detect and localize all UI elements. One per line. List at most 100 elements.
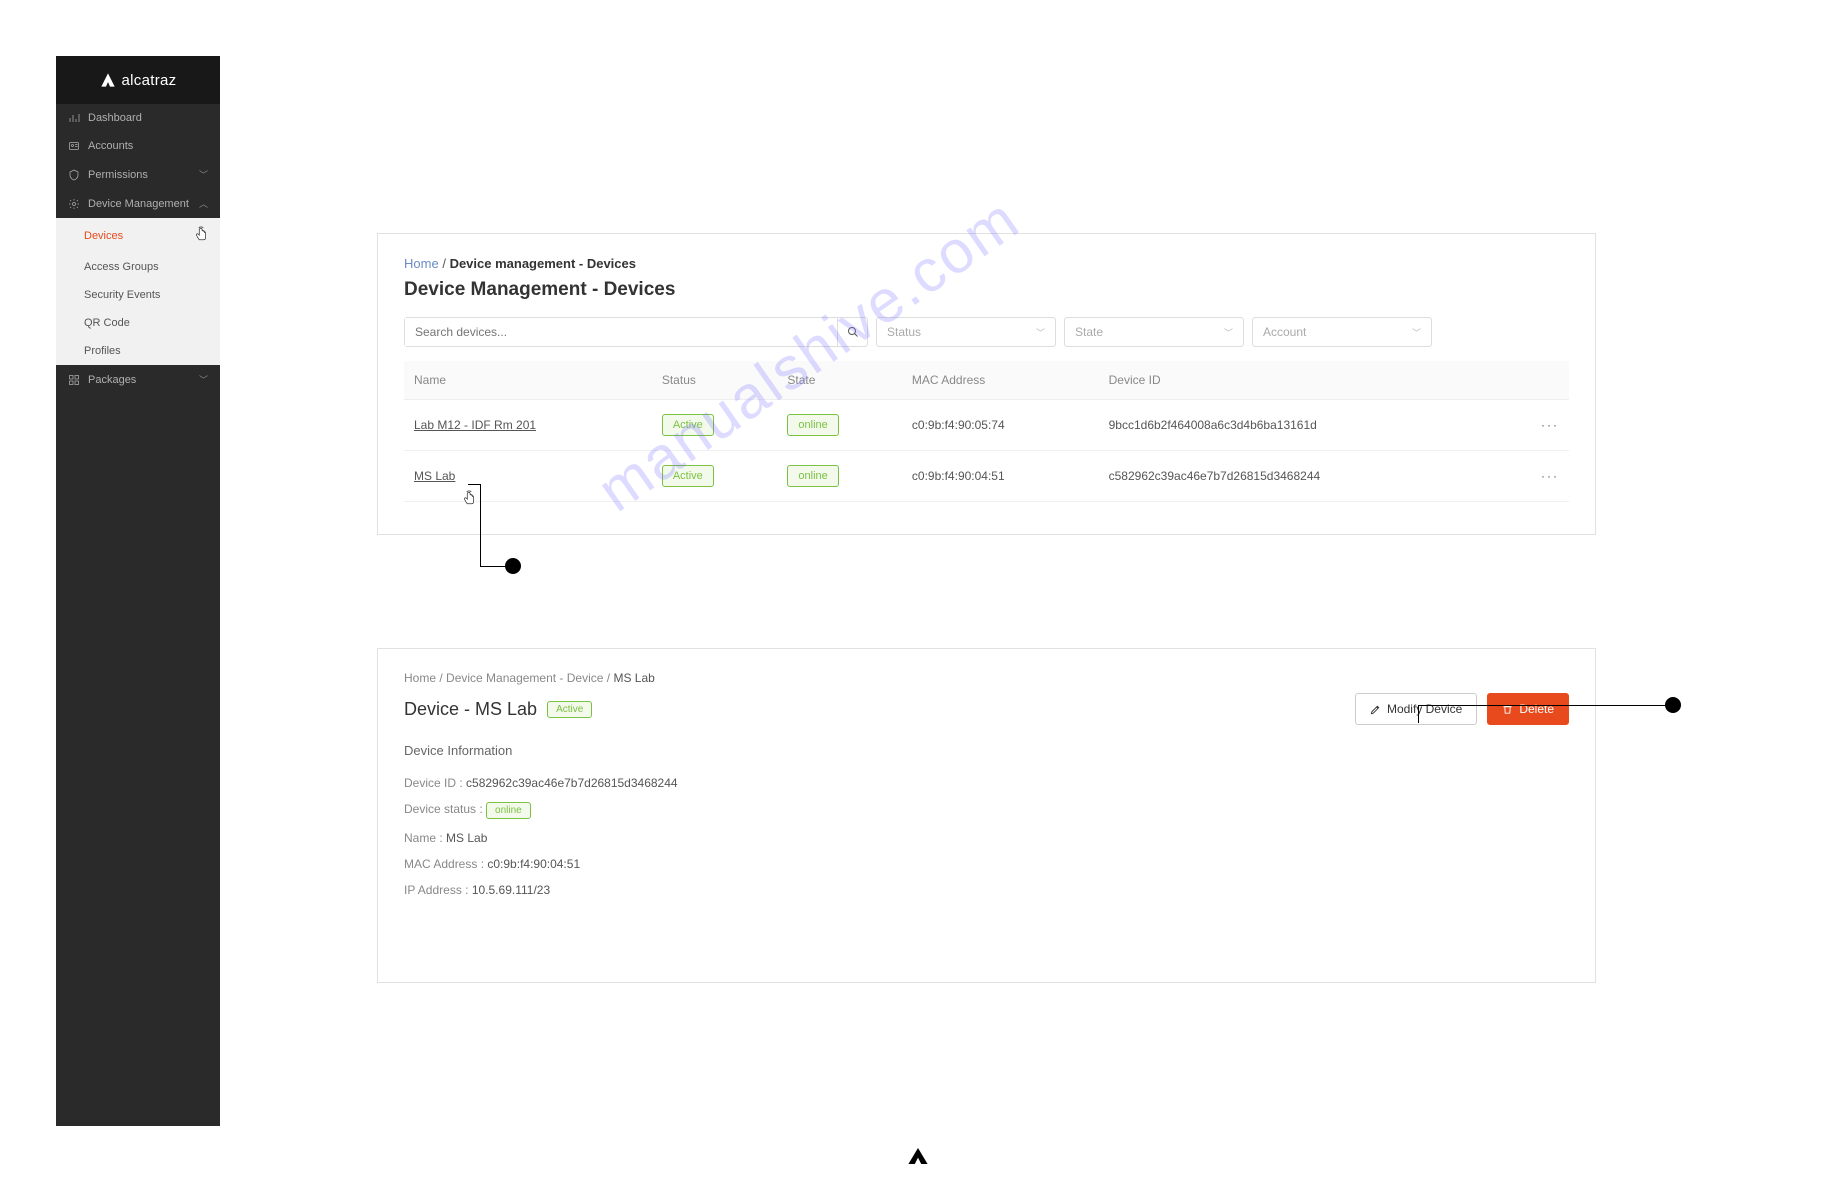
brand-icon <box>908 1148 928 1164</box>
chevron-down-icon: ﹀ <box>199 373 208 386</box>
device-detail-panel: Home / Device Management - Device / MS L… <box>377 648 1596 983</box>
state-filter[interactable]: State ﹀ <box>1064 317 1244 347</box>
row-actions[interactable]: ··· <box>1503 400 1569 451</box>
sidebar-item-dashboard[interactable]: Dashboard <box>56 104 220 132</box>
breadcrumb: Home / Device Management - Device / MS L… <box>404 671 1569 685</box>
devices-list-panel: Home / Device management - Devices Devic… <box>377 233 1596 535</box>
brand-icon <box>100 72 116 88</box>
gear-icon <box>68 198 80 210</box>
sidebar-subitem-label: Access Groups <box>84 261 159 273</box>
sidebar-item-permissions[interactable]: Permissions ﹀ <box>56 160 220 189</box>
footer-logo <box>908 1148 928 1169</box>
sidebar-item-label: Device Management <box>88 198 191 210</box>
sidebar-item-label: Permissions <box>88 169 191 181</box>
col-device-id: Device ID <box>1099 361 1503 400</box>
col-status: Status <box>652 361 778 400</box>
device-id-cell: c582962c39ac46e7b7d26815d3468244 <box>1099 451 1503 502</box>
sidebar-subitem-security-events[interactable]: Security Events <box>56 281 220 309</box>
sidebar-item-packages[interactable]: Packages ﹀ <box>56 365 220 394</box>
col-state: State <box>777 361 902 400</box>
tap-cursor-icon <box>462 490 476 511</box>
sidebar-subitem-label: Profiles <box>84 345 121 357</box>
annotation-line <box>480 566 507 567</box>
device-name-link[interactable]: MS Lab <box>414 469 455 483</box>
breadcrumb-sep: / <box>442 256 446 271</box>
modify-device-button[interactable]: Modify Device <box>1355 693 1477 725</box>
action-buttons: Modify Device Delete <box>1355 693 1569 725</box>
breadcrumb-home[interactable]: Home <box>404 671 436 685</box>
devices-table: Name Status State MAC Address Device ID … <box>404 361 1569 502</box>
annotation-line <box>1418 705 1419 723</box>
sidebar-subitem-label: QR Code <box>84 317 130 329</box>
state-badge: online <box>787 414 838 436</box>
chevron-down-icon: ﹀ <box>1412 326 1421 339</box>
chevron-down-icon: ﹀ <box>1224 326 1233 339</box>
sidebar-item-device-management[interactable]: Device Management ︿ <box>56 189 220 218</box>
search-input-wrap <box>404 317 868 347</box>
status-filter[interactable]: Status ﹀ <box>876 317 1056 347</box>
mac-cell: c0:9b:f4:90:05:74 <box>902 400 1099 451</box>
sidebar-subitem-label: Devices <box>84 230 123 242</box>
annotation-line <box>1418 705 1668 706</box>
shield-icon <box>68 169 80 181</box>
row-actions[interactable]: ··· <box>1503 451 1569 502</box>
sidebar-item-label: Accounts <box>88 140 208 152</box>
chevron-down-icon: ﹀ <box>199 168 208 181</box>
status-badge: Active <box>547 701 592 718</box>
chart-bars-icon <box>68 112 80 124</box>
breadcrumb-mid[interactable]: Device Management - Device <box>446 671 603 685</box>
state-badge: online <box>787 465 838 487</box>
info-device-status: Device status : online <box>404 802 1569 819</box>
annotation-line <box>468 484 480 485</box>
tap-cursor-icon <box>194 226 208 245</box>
sidebar-subitem-label: Security Events <box>84 289 160 301</box>
status-badge: Active <box>662 465 714 487</box>
account-filter-label: Account <box>1263 325 1306 339</box>
delete-button[interactable]: Delete <box>1487 693 1569 725</box>
chevron-up-icon: ︿ <box>199 197 208 210</box>
sidebar-subitem-qr-code[interactable]: QR Code <box>56 309 220 337</box>
sidebar: alcatraz Dashboard Accounts Permissions … <box>56 56 220 1126</box>
table-row: MS Lab Active online c0:9b:f4:90:04:51 c… <box>404 451 1569 502</box>
section-heading: Device Information <box>404 743 1569 758</box>
chevron-down-icon: ﹀ <box>1036 326 1045 339</box>
brand-text: alcatraz <box>122 72 177 89</box>
info-ip: IP Address : 10.5.69.111/23 <box>404 883 1569 897</box>
sidebar-subitem-access-groups[interactable]: Access Groups <box>56 253 220 281</box>
breadcrumb: Home / Device management - Devices <box>404 256 1569 271</box>
grid-icon <box>68 374 80 386</box>
col-mac: MAC Address <box>902 361 1099 400</box>
sidebar-item-label: Dashboard <box>88 112 208 124</box>
annotation-dot <box>505 558 521 574</box>
filter-row: Status ﹀ State ﹀ Account ﹀ <box>404 317 1569 347</box>
brand-logo: alcatraz <box>56 56 220 104</box>
nav: Dashboard Accounts Permissions ﹀ Device … <box>56 104 220 394</box>
status-badge: Active <box>662 414 714 436</box>
device-name-link[interactable]: Lab M12 - IDF Rm 201 <box>414 418 536 432</box>
sidebar-subitem-devices[interactable]: Devices <box>56 218 220 253</box>
breadcrumb-home[interactable]: Home <box>404 256 439 271</box>
search-input[interactable] <box>405 318 837 346</box>
device-title: Device - MS Lab Active <box>404 699 592 720</box>
state-filter-label: State <box>1075 325 1103 339</box>
table-row: Lab M12 - IDF Rm 201 Active online c0:9b… <box>404 400 1569 451</box>
sidebar-item-label: Packages <box>88 374 191 386</box>
sidebar-item-accounts[interactable]: Accounts <box>56 132 220 160</box>
sidebar-subitem-profiles[interactable]: Profiles <box>56 337 220 365</box>
edit-icon <box>1370 704 1381 715</box>
status-filter-label: Status <box>887 325 921 339</box>
search-button[interactable] <box>837 318 867 346</box>
col-name: Name <box>404 361 652 400</box>
mac-cell: c0:9b:f4:90:04:51 <box>902 451 1099 502</box>
col-actions <box>1503 361 1569 400</box>
info-device-name: Name : MS Lab <box>404 831 1569 845</box>
id-card-icon <box>68 140 80 152</box>
account-filter[interactable]: Account ﹀ <box>1252 317 1432 347</box>
breadcrumb-current: MS Lab <box>613 671 654 685</box>
info-device-id: Device ID : c582962c39ac46e7b7d26815d346… <box>404 776 1569 790</box>
device-id-cell: 9bcc1d6b2f464008a6c3d4b6ba13161d <box>1099 400 1503 451</box>
search-icon <box>847 326 859 338</box>
sidebar-subnav: Devices Access Groups Security Events QR… <box>56 218 220 365</box>
annotation-line <box>480 484 481 566</box>
breadcrumb-current: Device management - Devices <box>450 256 636 271</box>
